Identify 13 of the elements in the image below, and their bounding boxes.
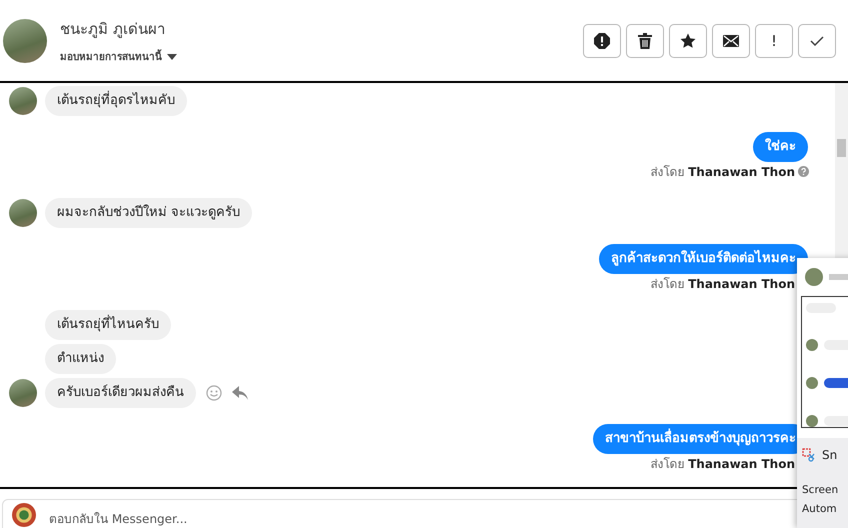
popup-title: Screen	[802, 483, 840, 498]
message-bubble: ใช่คะ	[753, 132, 808, 162]
message-bubble: ตำแหน่ง	[45, 344, 116, 374]
sent-by-label: ส่งโดย Thanawan Thon	[650, 164, 795, 180]
message-bubble: เต้นรถยุ่ที่อุดรไหมคับ	[45, 86, 187, 116]
message-bubble: ครับเบอร์เดียวผมส่งคืน	[45, 378, 196, 408]
sent-by-label: ส่งโดย Thanawan Thon	[650, 456, 795, 472]
message-bubble: เต้นรถยุ่ที่ไหนครับ	[45, 310, 171, 340]
message-bubble: ลูกค้าสะดวกให้เบอร์ติดต่อไหมคะ	[599, 244, 808, 274]
contact-name: ชนะภูมิ ภูเด่นผา	[60, 19, 166, 40]
popup-subtitle: Autom	[802, 502, 838, 517]
sent-by-label: ส่งโดย Thanawan Thon	[650, 276, 795, 292]
message-bubble: ผมจะกลับช่วงปีใหม่ จะแวะดูครับ	[45, 198, 252, 228]
